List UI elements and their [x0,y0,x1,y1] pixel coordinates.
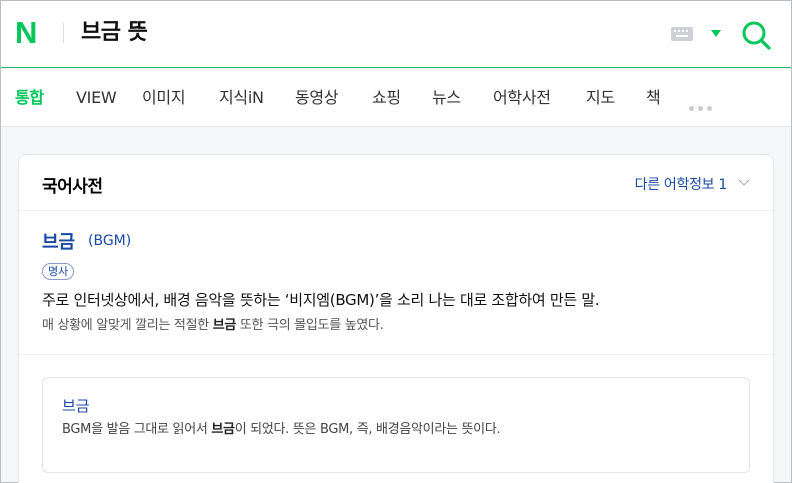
naver-logo[interactable]: N [15,17,43,48]
entry-origin: (BGM) [88,233,132,249]
example-text-post: 또한 극의 몰입도를 높였다. [236,318,384,333]
entry-example: 매 상황에 알맞게 깔리는 적절한 브금 또한 극의 몰입도를 높였다. [42,314,384,333]
tab-dictionary[interactable]: 어학사전 [493,87,551,109]
section-divider [19,354,773,355]
search-icon[interactable] [740,19,772,51]
dictionary-card: 국어사전 다른 어학정보 1 브금 (BGM) 명사 주로 인터넷상에서, 배경… [18,154,774,483]
card-title: 국어사전 [42,177,103,197]
tab-all[interactable]: 통합 [15,87,44,109]
tab-images[interactable]: 이미지 [142,87,186,109]
entry-word[interactable]: 브금 [42,228,75,254]
tab-map[interactable]: 지도 [586,87,615,109]
header-divider [63,23,64,43]
entry-definition: 주로 인터넷상에서, 배경 음악을 뜻하는 ‘비지엠(BGM)’을 소리 나는 … [42,291,600,309]
keyboard-icon[interactable] [671,27,693,41]
related-entry-text: BGM을 발음 그대로 읽어서 브금이 되었다. 뜻은 BGM, 즉, 배경음악… [62,418,501,437]
tab-shopping[interactable]: 쇼핑 [372,87,401,109]
related-entry-word[interactable]: 브금 [62,395,90,416]
chevron-down-icon[interactable] [738,174,750,186]
example-text-pre: 매 상황에 알맞게 깔리는 적절한 [42,318,213,333]
related-text-post: 이 되었다. 뜻은 BGM, 즉, 배경음악이라는 뜻이다. [234,422,501,437]
caret-down-icon[interactable] [711,30,721,37]
tab-view[interactable]: VIEW [76,87,117,109]
related-text-pre: BGM을 발음 그대로 읽어서 [62,422,212,437]
example-highlight: 브금 [212,318,237,333]
search-query[interactable]: 브금 뜻 [81,20,148,46]
part-of-speech-badge: 명사 [42,263,75,280]
tab-knowledge-in[interactable]: 지식iN [219,87,264,109]
other-dictionary-link[interactable]: 다른 어학정보 1 [635,174,728,194]
more-tabs-icon[interactable] [689,96,716,111]
header: N 브금 뜻 [1,1,791,68]
related-highlight: 브금 [211,422,235,437]
tab-books[interactable]: 책 [646,87,661,109]
related-entry-card[interactable]: 브금 BGM을 발음 그대로 읽어서 브금이 되었다. 뜻은 BGM, 즉, 배… [42,377,750,473]
tab-news[interactable]: 뉴스 [432,87,461,109]
tab-video[interactable]: 동영상 [295,87,339,109]
card-divider [19,210,773,211]
search-tabs: 통합 VIEW 이미지 지식iN 동영상 쇼핑 뉴스 어학사전 지도 책 [1,69,791,127]
